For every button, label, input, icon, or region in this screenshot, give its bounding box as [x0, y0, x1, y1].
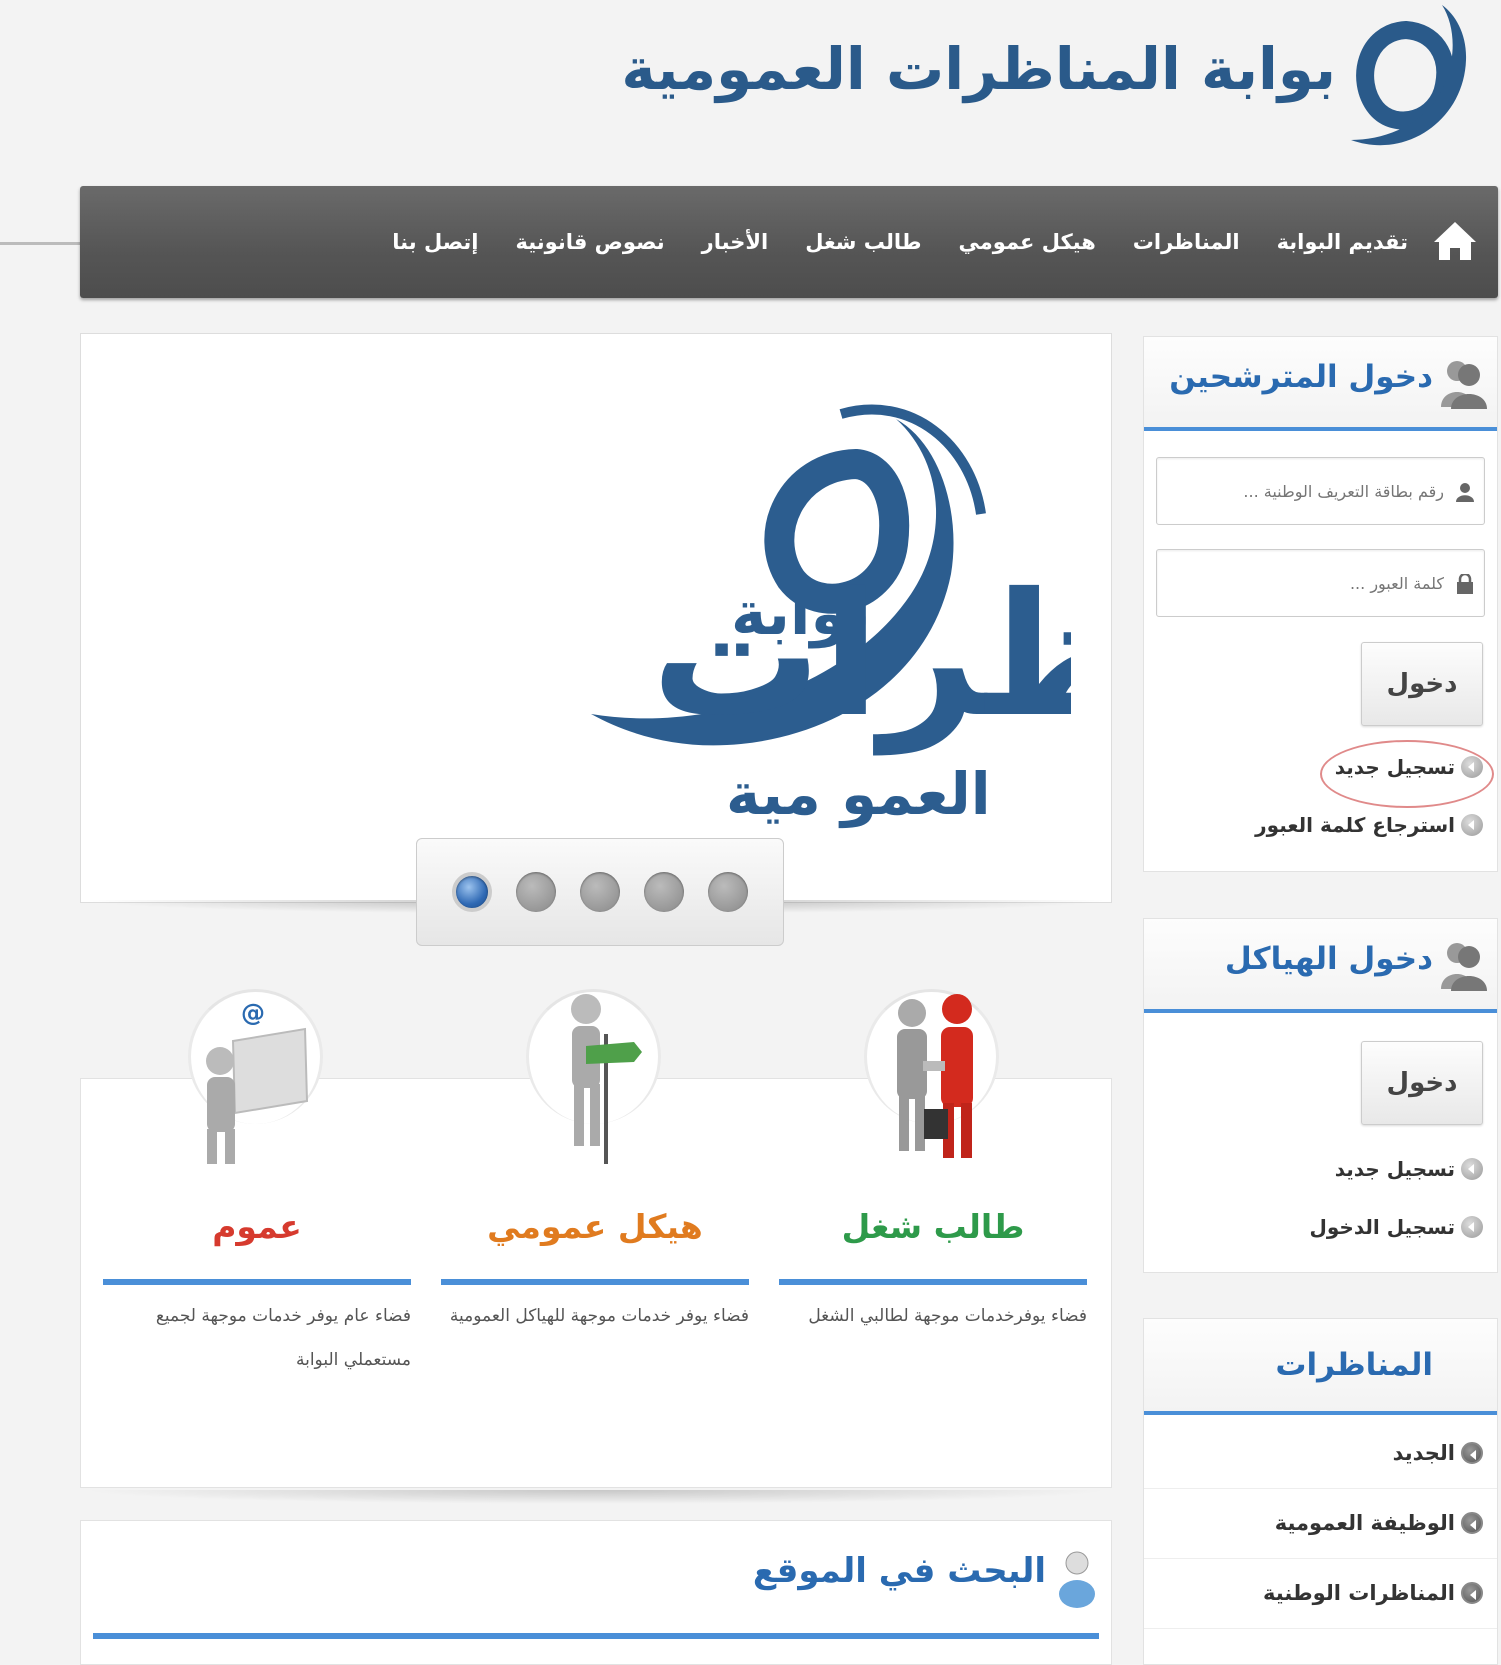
panel-title: دخول المترشحين: [1169, 359, 1433, 395]
banner-slider[interactable]: بوابة مناظرات العمو مية: [80, 333, 1112, 903]
structures-login-panel: دخول الهياكل دخول تسجيل جديد تسجيل الدخو…: [1143, 918, 1498, 1273]
national-id-field[interactable]: [1156, 457, 1485, 525]
chevron-left-icon: [1461, 1216, 1483, 1238]
svg-text:@: @: [241, 999, 265, 1027]
features-section: طالب شغل فضاء يوفرخدمات موجهة لطالبي الش…: [80, 989, 1112, 1489]
users-icon: [1441, 361, 1487, 409]
users-icon: [1441, 943, 1487, 991]
list-item[interactable]: المناظرات الوطنية: [1144, 1559, 1497, 1629]
panel-header: دخول الهياكل: [1144, 919, 1497, 1013]
banner-word-bottom: العمو مية: [726, 760, 991, 829]
feature-divider: [441, 1279, 749, 1285]
feature-description: فضاء يوفرخدمات موجهة لطالبي الشغل: [808, 1306, 1087, 1326]
site-title[interactable]: بوابة المناظرات العمومية: [621, 35, 1336, 103]
features-shadow: [80, 1490, 1112, 1504]
chevron-left-icon: [1461, 814, 1483, 836]
handshake-icon: [897, 994, 973, 1158]
feature-description: فضاء يوفر خدمات موجهة للهياكل العمومية: [449, 1306, 749, 1326]
link-label: تسجيل الدخول: [1309, 1215, 1455, 1239]
chevron-left-icon: [1461, 1582, 1483, 1604]
feature-job-seeker[interactable]: طالب شغل فضاء يوفرخدمات موجهة لطالبي الش…: [779, 989, 1087, 1489]
chevron-left-icon: [1461, 1512, 1483, 1534]
slider-dot-1[interactable]: [708, 872, 748, 912]
structures-signin-link[interactable]: تسجيل الدخول: [1310, 1215, 1483, 1239]
structures-register-link[interactable]: تسجيل جديد: [1335, 1157, 1483, 1181]
competitions-panel: المناظرات الجديد الوظيفة العمومية المناظ…: [1143, 1318, 1498, 1665]
search-user-icon: [1059, 1551, 1095, 1608]
panel-header: دخول المترشحين: [1144, 337, 1497, 431]
main-nav: تقديم البوابة المناظرات هيكل عمومي طالب …: [80, 186, 1498, 298]
slider-dot-5[interactable]: [452, 872, 492, 912]
link-label: استرجاع كلمة العبور: [1255, 813, 1455, 837]
home-icon[interactable]: [1432, 218, 1478, 262]
feature-divider: [779, 1279, 1087, 1285]
nav-item-competitions[interactable]: المناظرات: [1133, 230, 1240, 254]
competition-link-public-service[interactable]: الوظيفة العمومية: [1275, 1511, 1483, 1535]
feature-title[interactable]: عموم: [103, 1207, 411, 1246]
portal-logo-icon[interactable]: [1346, 0, 1471, 160]
email-icon: @: [206, 999, 309, 1164]
recover-password-link[interactable]: استرجاع كلمة العبور: [1255, 813, 1483, 837]
structures-login-button[interactable]: دخول: [1361, 1041, 1483, 1125]
signpost-icon: [571, 994, 642, 1164]
slider-dot-3[interactable]: [580, 872, 620, 912]
nav-item-news[interactable]: الأخبار: [702, 230, 769, 254]
password-input[interactable]: [1157, 550, 1484, 616]
user-icon: [1456, 483, 1474, 502]
slider-pagination: [416, 838, 784, 946]
nav-item-legal-texts[interactable]: نصوص قانونية: [515, 230, 664, 254]
feature-title[interactable]: هيكل عمومي: [441, 1207, 749, 1246]
chevron-left-icon: [1461, 1442, 1483, 1464]
nav-item-contact[interactable]: إتصل بنا: [392, 230, 478, 254]
panel-title: المناظرات: [1275, 1347, 1433, 1383]
search-panel: البحث في الموقع: [80, 1520, 1112, 1665]
link-label: تسجيل جديد: [1334, 1157, 1455, 1181]
slider-dot-2[interactable]: [644, 872, 684, 912]
search-divider: [93, 1633, 1099, 1639]
nav-item-about[interactable]: تقديم البوابة: [1277, 230, 1408, 254]
portal-logo-banner: بوابة مناظرات العمو مية: [591, 404, 1071, 829]
header-divider: [0, 242, 90, 245]
feature-divider: [103, 1279, 411, 1285]
nav-item-public-structure[interactable]: هيكل عمومي: [959, 230, 1096, 254]
list-item[interactable]: الجديد: [1144, 1419, 1497, 1489]
panel-header: المناظرات: [1144, 1319, 1497, 1415]
feature-public-structure[interactable]: هيكل عمومي فضاء يوفر خدمات موجهة للهياكل…: [441, 989, 749, 1489]
competition-link-national[interactable]: المناظرات الوطنية: [1263, 1581, 1483, 1605]
lock-icon: [1457, 574, 1473, 594]
nav-item-job-seeker[interactable]: طالب شغل: [805, 230, 921, 254]
search-title: البحث في الموقع: [752, 1551, 1046, 1591]
password-field[interactable]: [1156, 549, 1485, 617]
slider-dot-4[interactable]: [516, 872, 556, 912]
national-id-input[interactable]: [1157, 458, 1484, 524]
competition-link-new[interactable]: الجديد: [1393, 1441, 1483, 1465]
highlight-annotation: [1320, 740, 1494, 808]
link-label: الجديد: [1392, 1441, 1455, 1465]
panel-title: دخول الهياكل: [1224, 941, 1433, 977]
link-label: المناظرات الوطنية: [1263, 1581, 1455, 1605]
list-item[interactable]: الوظيفة العمومية: [1144, 1489, 1497, 1559]
feature-description: فضاء عام يوفر خدمات موجهة لجميع مستعملي …: [155, 1306, 411, 1370]
banner-word-main: مناظرات: [651, 557, 1071, 756]
site-header: بوابة المناظرات العمومية: [0, 0, 1501, 180]
candidates-login-button[interactable]: دخول: [1361, 642, 1483, 726]
feature-public[interactable]: @ عموم فضاء عام يوفر خدمات موجهة لجميع م…: [103, 989, 411, 1489]
chevron-left-icon: [1461, 1158, 1483, 1180]
feature-title[interactable]: طالب شغل: [779, 1207, 1087, 1246]
link-label: الوظيفة العمومية: [1274, 1511, 1455, 1535]
